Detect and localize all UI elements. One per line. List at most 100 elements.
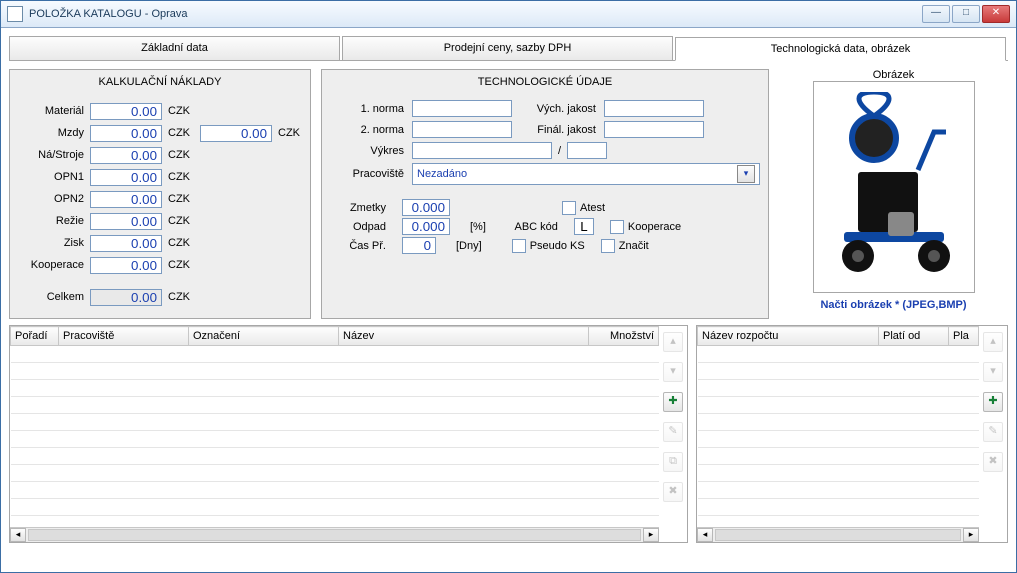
table-row[interactable]: [11, 516, 659, 528]
scroll-left-icon[interactable]: ◂: [697, 528, 713, 542]
input-opn2[interactable]: [90, 191, 162, 208]
col-poradi[interactable]: Pořadí: [11, 327, 59, 346]
table-row[interactable]: [11, 397, 659, 414]
move-down-icon[interactable]: ▾: [983, 362, 1003, 382]
move-up-icon[interactable]: ▴: [983, 332, 1003, 352]
close-button[interactable]: ✕: [982, 5, 1010, 23]
col-oznaceni[interactable]: Označení: [189, 327, 339, 346]
grid-left-body[interactable]: Pořadí Pracoviště Označení Název Množstv…: [10, 326, 659, 527]
table-row[interactable]: [698, 448, 979, 465]
table-row[interactable]: [698, 397, 979, 414]
table-row[interactable]: [11, 448, 659, 465]
product-image: [824, 92, 964, 282]
col-mnozstvi[interactable]: Množství: [589, 327, 659, 346]
table-row[interactable]: [698, 380, 979, 397]
input-kooperace[interactable]: [90, 257, 162, 274]
lbl-vykres: Výkres: [330, 145, 404, 157]
lbl-odpad: Odpad: [330, 221, 386, 233]
table-row[interactable]: [698, 414, 979, 431]
tab-technologicka-data[interactable]: Technologická data, obrázek: [675, 37, 1006, 61]
image-header: Obrázek: [779, 69, 1008, 81]
table-row[interactable]: [698, 482, 979, 499]
table-row[interactable]: [11, 465, 659, 482]
table-row[interactable]: [11, 414, 659, 431]
checkbox-atest[interactable]: [562, 201, 576, 215]
add-row-icon[interactable]: ✚: [983, 392, 1003, 412]
checkbox-znacit[interactable]: [601, 239, 615, 253]
checkbox-pseudoks[interactable]: [512, 239, 526, 253]
table-row[interactable]: [11, 380, 659, 397]
chk-pseudoks-wrap[interactable]: Pseudo KS: [512, 239, 585, 253]
table-row[interactable]: [698, 465, 979, 482]
table-row[interactable]: [11, 346, 659, 363]
load-image-link[interactable]: Načti obrázek * (JPEG,BMP): [820, 299, 966, 311]
tab-prodejni-ceny[interactable]: Prodejní ceny, sazby DPH: [342, 36, 673, 60]
chevron-down-icon[interactable]: ▾: [737, 165, 755, 183]
grid-right-hscroll[interactable]: ◂▸: [697, 527, 979, 542]
checkbox-kooperace[interactable]: [610, 220, 624, 234]
table-row[interactable]: [11, 499, 659, 516]
input-rezie[interactable]: [90, 213, 162, 230]
tab-zakladni-data[interactable]: Základní data: [9, 36, 340, 60]
table-row[interactable]: [11, 363, 659, 380]
input-material[interactable]: [90, 103, 162, 120]
chk-atest-wrap[interactable]: Atest: [562, 201, 605, 215]
input-caspr[interactable]: [402, 237, 436, 254]
scroll-thumb[interactable]: [715, 529, 961, 541]
table-row[interactable]: [698, 516, 979, 528]
maximize-button[interactable]: □: [952, 5, 980, 23]
input-abc[interactable]: [574, 218, 594, 235]
table-row[interactable]: [698, 346, 979, 363]
input-zisk[interactable]: [90, 235, 162, 252]
input-final-jakost[interactable]: [604, 121, 704, 138]
edit-row-icon[interactable]: ✎: [663, 422, 683, 442]
move-down-icon[interactable]: ▾: [663, 362, 683, 382]
table-row[interactable]: [698, 363, 979, 380]
grid-right-body[interactable]: Název rozpočtu Platí od Pla: [697, 326, 979, 527]
move-up-icon[interactable]: ▴: [663, 332, 683, 352]
input-norma2[interactable]: [412, 121, 512, 138]
window: POLOŽKA KATALOGU - Oprava — □ ✕ Základní…: [0, 0, 1017, 573]
col-plati-od[interactable]: Platí od: [879, 327, 949, 346]
input-nastroje[interactable]: [90, 147, 162, 164]
scroll-left-icon[interactable]: ◂: [10, 528, 26, 542]
table-row[interactable]: [698, 499, 979, 516]
col-nazev-rozpoctu[interactable]: Název rozpočtu: [698, 327, 879, 346]
input-vych-jakost[interactable]: [604, 100, 704, 117]
input-mzdy[interactable]: [90, 125, 162, 142]
input-mzdy-2[interactable]: [200, 125, 272, 142]
input-zmetky[interactable]: [402, 199, 450, 216]
scroll-right-icon[interactable]: ▸: [963, 528, 979, 542]
copy-row-icon[interactable]: ⧉: [663, 452, 683, 472]
input-odpad[interactable]: [402, 218, 450, 235]
scroll-right-icon[interactable]: ▸: [643, 528, 659, 542]
chk-kooperace-wrap[interactable]: Kooperace: [610, 220, 681, 234]
select-pracoviste[interactable]: Nezadáno ▾: [412, 163, 760, 185]
delete-row-icon[interactable]: ✖: [983, 452, 1003, 472]
table-row[interactable]: [11, 482, 659, 499]
panel-obrazek: Obrázek Načti obrázek * (JPEG,BMP): [779, 69, 1008, 319]
delete-row-icon[interactable]: ✖: [663, 482, 683, 502]
minimize-button[interactable]: —: [922, 5, 950, 23]
col-pracoviste[interactable]: Pracoviště: [59, 327, 189, 346]
table-row[interactable]: [698, 431, 979, 448]
unit-odpad: [%]: [470, 221, 486, 233]
input-norma1[interactable]: [412, 100, 512, 117]
lbl-rezie: Režie: [18, 215, 84, 227]
input-opn1[interactable]: [90, 169, 162, 186]
lbl-nastroje: Ná/Stroje: [18, 149, 84, 161]
table-row[interactable]: [11, 431, 659, 448]
chk-znacit-wrap[interactable]: Značit: [601, 239, 649, 253]
edit-row-icon[interactable]: ✎: [983, 422, 1003, 442]
col-nazev[interactable]: Název: [339, 327, 589, 346]
add-row-icon[interactable]: ✚: [663, 392, 683, 412]
cur-opn1: CZK: [168, 171, 190, 183]
input-vykres-2[interactable]: [567, 142, 607, 159]
cur-rezie: CZK: [168, 215, 190, 227]
image-preview[interactable]: [813, 81, 975, 293]
scroll-thumb[interactable]: [28, 529, 641, 541]
grid-left: Pořadí Pracoviště Označení Název Množstv…: [9, 325, 688, 543]
col-pla[interactable]: Pla: [949, 327, 979, 346]
input-vykres-1[interactable]: [412, 142, 552, 159]
grid-left-hscroll[interactable]: ◂▸: [10, 527, 659, 542]
